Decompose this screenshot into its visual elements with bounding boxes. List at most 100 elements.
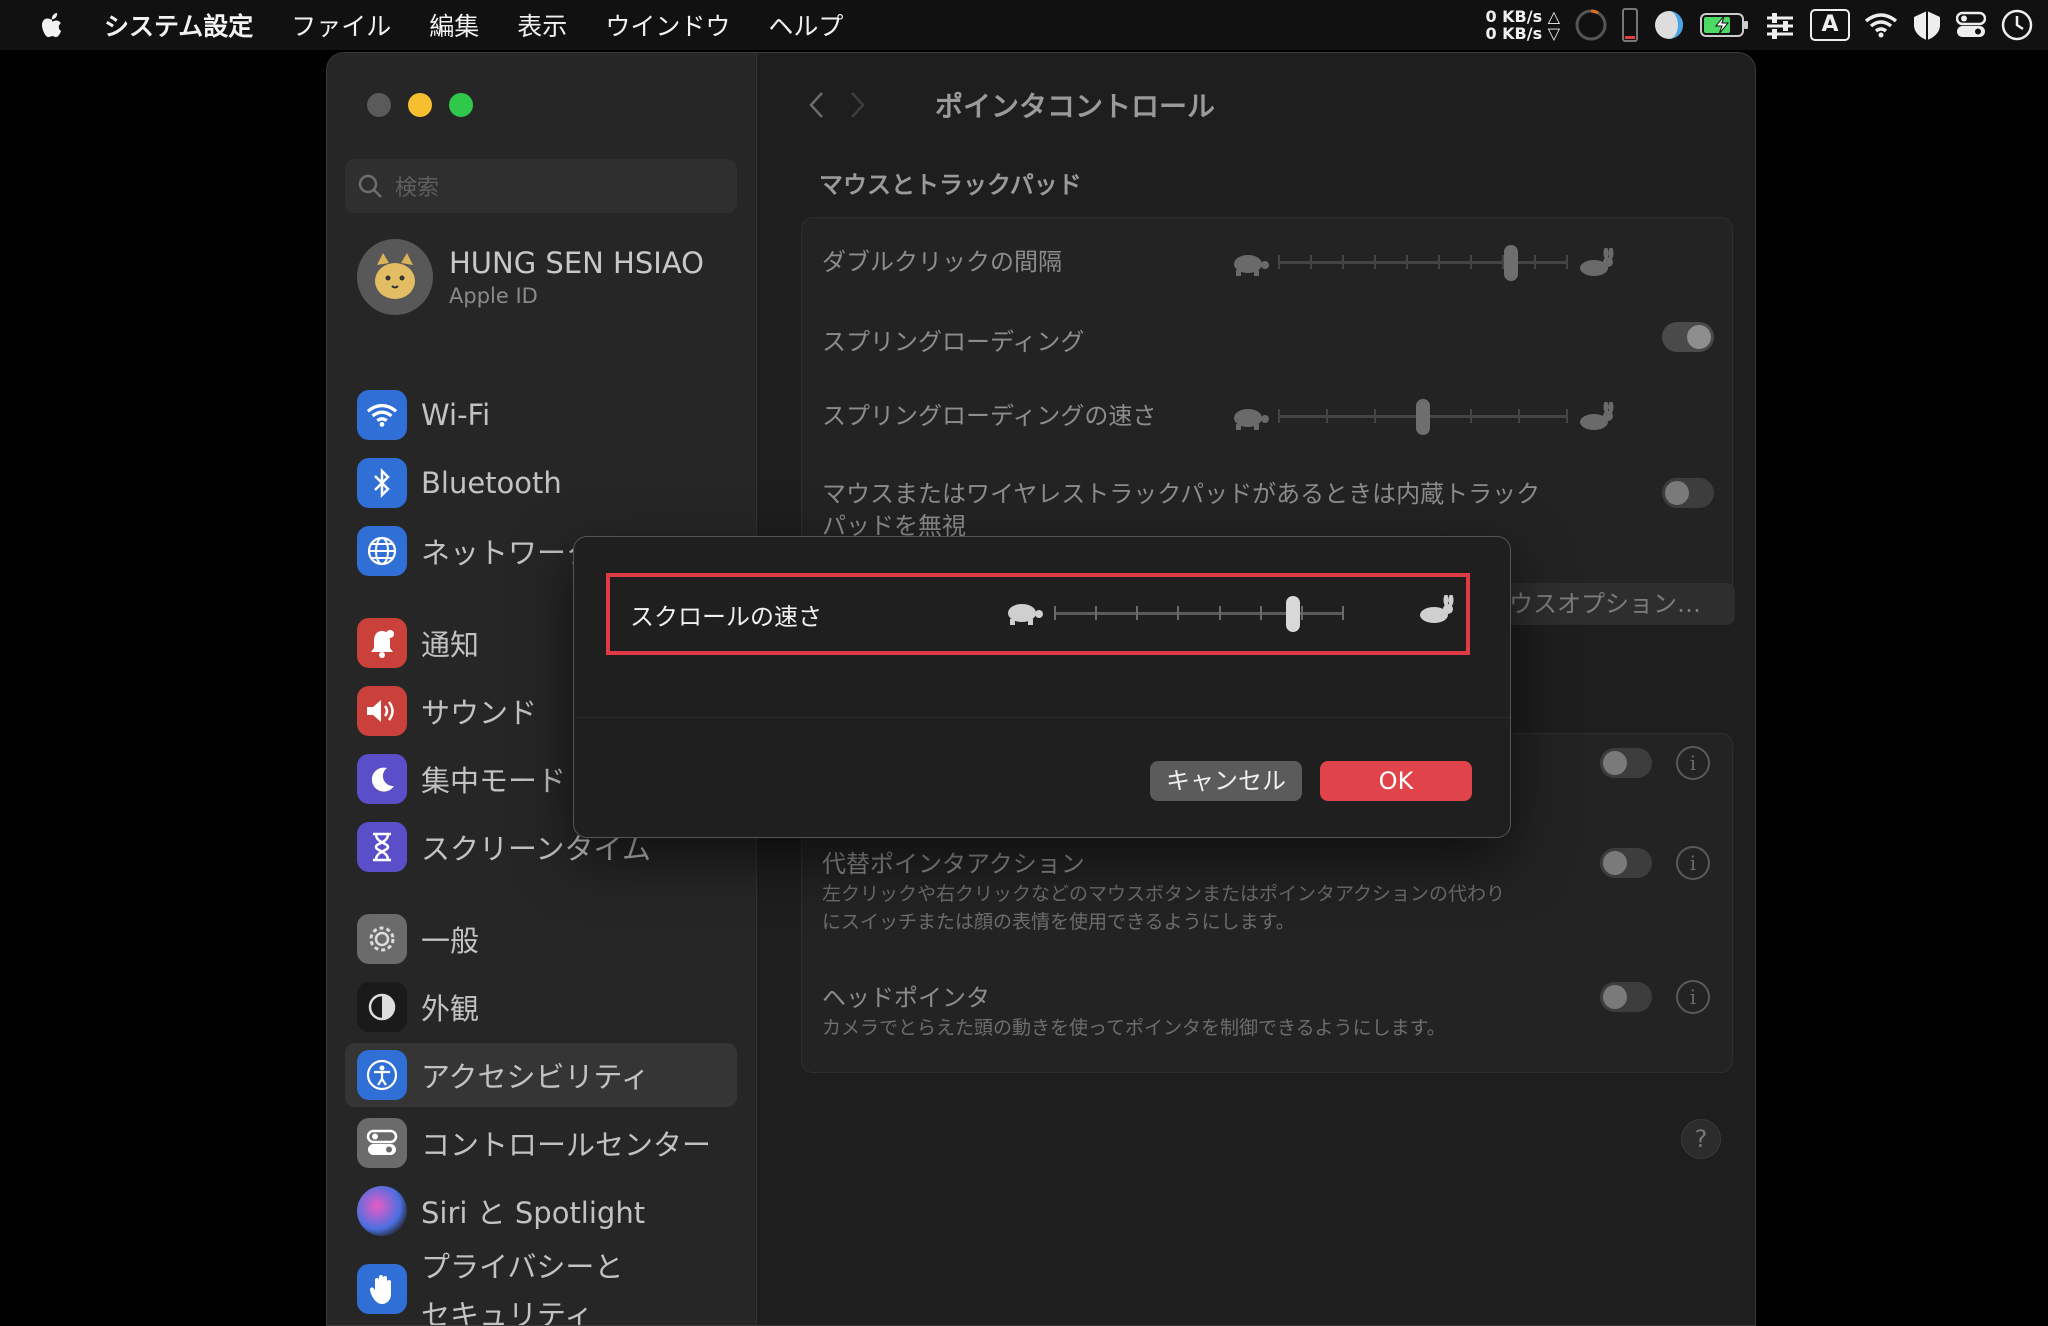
mouse-options-button[interactable]: ウスオプション… bbox=[1497, 583, 1735, 625]
zoom-window-button[interactable] bbox=[449, 93, 473, 117]
scroll-speed-slider[interactable] bbox=[1054, 593, 1344, 633]
sidebar-item-label: サウンド bbox=[421, 696, 538, 730]
avatar-cat-icon bbox=[375, 253, 415, 299]
accessibility-icon bbox=[357, 1050, 407, 1100]
slider-tick bbox=[1278, 255, 1280, 269]
sidebar-item-label: 集中モード bbox=[421, 764, 567, 798]
close-window-button[interactable] bbox=[367, 93, 391, 117]
ignore-trackpad-toggle[interactable] bbox=[1662, 478, 1714, 508]
cpu-ring-icon[interactable] bbox=[1574, 8, 1608, 42]
shield-status-icon[interactable] bbox=[1912, 9, 1942, 41]
slider-tick bbox=[1518, 409, 1520, 423]
spring-speed-slider[interactable] bbox=[1278, 396, 1568, 436]
sidebar-item-label: 一般 bbox=[421, 924, 480, 958]
sidebar-item-control-center[interactable]: コントロールセンター bbox=[345, 1111, 737, 1175]
siri-icon bbox=[357, 1186, 407, 1236]
info-button[interactable]: i bbox=[1676, 746, 1710, 780]
alt-pointer-desc-line1: 左クリックや右クリックなどのマウスボタンまたはポインタアクションの代わり bbox=[822, 883, 1506, 905]
sidebar-item-label: 通知 bbox=[421, 628, 480, 662]
info-button[interactable]: i bbox=[1676, 980, 1710, 1014]
sidebar-item-wifi[interactable]: Wi-Fi bbox=[345, 383, 737, 447]
sidebar-item-label: アクセシビリティ bbox=[421, 1060, 650, 1094]
sidebar-item-siri-spotlight[interactable]: Siri と Spotlight bbox=[345, 1179, 737, 1243]
slider-tick bbox=[1260, 606, 1262, 620]
spring-speed-row: スプリングローディングの速さ bbox=[822, 392, 1714, 452]
menu-edit[interactable]: 編集 bbox=[429, 7, 479, 43]
sidebar-item-label: プライバシーと bbox=[421, 1250, 624, 1284]
hidden-setting-toggle[interactable] bbox=[1600, 748, 1652, 778]
minimize-window-button[interactable] bbox=[408, 93, 432, 117]
slider-tick bbox=[1342, 606, 1344, 620]
net-up-speed: 0 KB/s △ bbox=[1485, 7, 1560, 26]
rabbit-icon bbox=[1580, 248, 1614, 276]
menu-window[interactable]: ウインドウ bbox=[605, 7, 730, 43]
turtle-icon bbox=[1008, 604, 1043, 625]
sidebar-item-label: コントロールセンター bbox=[421, 1128, 712, 1162]
spring-loading-label: スプリングローディング bbox=[822, 328, 1085, 356]
wifi-status-icon[interactable] bbox=[1864, 12, 1898, 38]
search-field[interactable]: 検索 bbox=[345, 159, 737, 213]
toolbar: ポインタコントロール bbox=[757, 53, 1755, 153]
sidebar-item-general[interactable]: 一般 bbox=[345, 907, 737, 971]
sidebar-item-privacy-security[interactable]: プライバシーと セキュリティ bbox=[345, 1247, 737, 1325]
search-placeholder: 検索 bbox=[395, 176, 440, 201]
back-button[interactable] bbox=[801, 87, 831, 123]
slider-thumb[interactable] bbox=[1504, 245, 1518, 281]
slider-tick bbox=[1278, 409, 1280, 423]
slider-tick bbox=[1177, 606, 1179, 620]
slider-tick bbox=[1566, 255, 1568, 269]
sidebar-item-label: Bluetooth bbox=[421, 466, 562, 500]
sidebar-item-label: 外観 bbox=[421, 992, 480, 1026]
dialog-divider bbox=[574, 717, 1510, 718]
wifi-icon bbox=[357, 390, 407, 440]
sidebar-item-bluetooth[interactable]: Bluetooth bbox=[345, 451, 737, 515]
head-pointer-label: ヘッドポインタ bbox=[822, 984, 990, 1012]
memory-bar-icon[interactable] bbox=[1622, 8, 1638, 42]
input-source-label: A bbox=[1810, 9, 1850, 41]
sidebar-item-accessibility[interactable]: アクセシビリティ bbox=[345, 1043, 737, 1107]
input-source-icon[interactable]: A bbox=[1810, 9, 1850, 41]
control-center-status-icon[interactable] bbox=[1956, 11, 1986, 39]
alt-pointer-label: 代替ポインタアクション bbox=[822, 850, 1085, 878]
slider-tick bbox=[1566, 409, 1568, 423]
hand-icon bbox=[357, 1264, 407, 1314]
menu-app-name[interactable]: システム設定 bbox=[104, 7, 253, 43]
head-pointer-toggle[interactable] bbox=[1600, 982, 1652, 1012]
cancel-button[interactable]: キャンセル bbox=[1150, 761, 1302, 801]
net-down-speed: 0 KB/s ▽ bbox=[1485, 24, 1560, 43]
double-click-label: ダブルクリックの間隔 bbox=[822, 248, 1062, 276]
slider-tick bbox=[1326, 409, 1328, 423]
slider-tick bbox=[1310, 255, 1312, 269]
apple-menu-icon[interactable] bbox=[0, 0, 104, 50]
clock-status-icon[interactable] bbox=[2000, 8, 2034, 42]
double-click-slider[interactable] bbox=[1278, 242, 1568, 282]
menu-file[interactable]: ファイル bbox=[291, 7, 391, 43]
help-button[interactable]: ? bbox=[1681, 1119, 1721, 1159]
spring-loading-toggle[interactable] bbox=[1662, 322, 1714, 352]
bluetooth-icon bbox=[357, 458, 407, 508]
slider-tick bbox=[1342, 255, 1344, 269]
ok-button[interactable]: OK bbox=[1320, 761, 1472, 801]
slider-tick bbox=[1470, 255, 1472, 269]
chevron-right-icon bbox=[851, 92, 865, 118]
moon-icon bbox=[357, 754, 407, 804]
sliders-icon[interactable] bbox=[1764, 10, 1796, 40]
info-button[interactable]: i bbox=[1676, 846, 1710, 880]
forward-button[interactable] bbox=[843, 87, 873, 123]
slider-tick bbox=[1054, 606, 1056, 620]
battery-icon[interactable] bbox=[1700, 12, 1750, 38]
menu-view[interactable]: 表示 bbox=[517, 7, 567, 43]
slider-thumb[interactable] bbox=[1286, 596, 1300, 632]
sidebar-item-appearance[interactable]: 外観 bbox=[345, 975, 737, 1039]
double-click-row: ダブルクリックの間隔 bbox=[822, 238, 1714, 298]
slider-tick bbox=[1136, 606, 1138, 620]
search-icon bbox=[358, 174, 382, 198]
menu-help[interactable]: ヘルプ bbox=[768, 7, 843, 43]
slider-thumb[interactable] bbox=[1416, 399, 1430, 435]
apple-id-profile[interactable]: HUNG SEN HSIAO Apple ID bbox=[357, 239, 704, 315]
network-speed[interactable]: 0 KB/s △ 0 KB/s ▽ bbox=[1485, 8, 1560, 42]
status-area: 0 KB/s △ 0 KB/s ▽ A bbox=[1485, 0, 2034, 50]
night-shift-icon[interactable] bbox=[1652, 8, 1686, 42]
slider-tick bbox=[1438, 255, 1440, 269]
alt-pointer-toggle[interactable] bbox=[1600, 848, 1652, 878]
